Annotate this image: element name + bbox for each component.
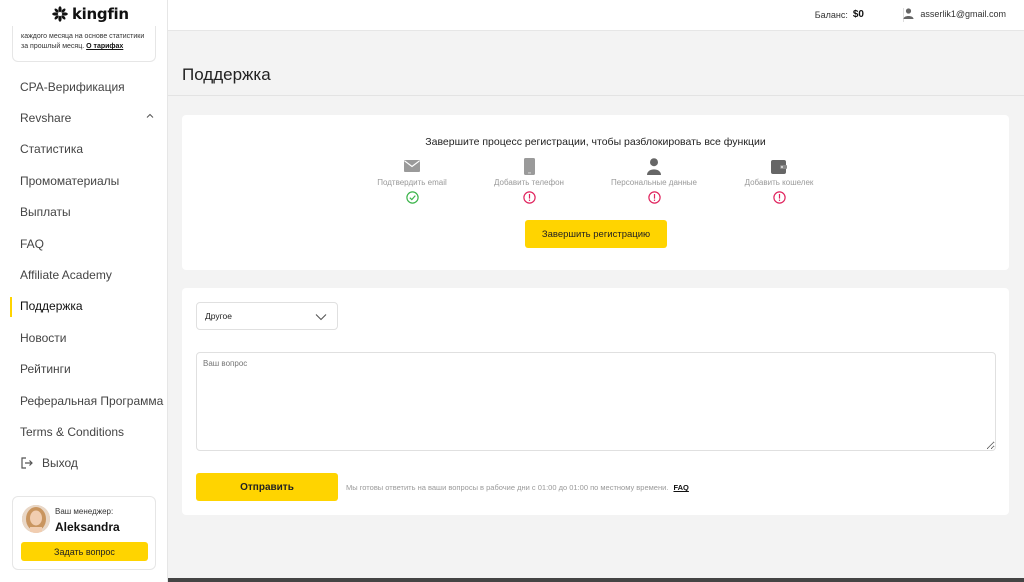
manager-name: Aleksandra <box>55 520 120 534</box>
kingfin-logo-icon <box>52 6 68 22</box>
avatar <box>22 505 50 533</box>
sidebar-item-label: Промоматериалы <box>20 173 120 188</box>
manager-card: Ваш менеджер: Aleksandra Задать вопрос <box>12 496 156 570</box>
registration-steps: Подтвердить email Добавить телефон Персо… <box>182 157 1009 207</box>
logo[interactable]: kingfin <box>52 5 129 23</box>
sidebar-item-label: FAQ <box>20 236 45 251</box>
sidebar: kingfin каждого месяца на основе статист… <box>0 0 168 582</box>
question-textarea[interactable] <box>196 352 996 451</box>
phone-icon <box>523 157 535 175</box>
sidebar-item-terms[interactable]: Terms & Conditions <box>0 416 168 447</box>
sidebar-item-label: Новости <box>20 330 67 345</box>
sidebar-item-label: Terms & Conditions <box>20 424 125 439</box>
alert-circle-icon <box>522 191 536 204</box>
user-icon <box>903 8 914 19</box>
wallet-icon <box>771 159 787 174</box>
finish-registration-button[interactable]: Завершить регистрацию <box>525 220 667 248</box>
brand-name: kingfin <box>72 5 129 23</box>
sidebar-item-label: Affiliate Academy <box>20 268 112 283</box>
alert-circle-icon <box>647 191 661 204</box>
ask-question-button[interactable]: Задать вопрос <box>21 542 148 561</box>
logout-icon <box>21 457 33 469</box>
sidebar-item-referral-program[interactable]: Реферальная Программа <box>0 385 168 416</box>
manager-photo <box>22 505 50 533</box>
sidebar-item-revshare[interactable]: Revshare <box>0 102 168 133</box>
sidebar-item-label: CPA-Верификация <box>20 79 125 94</box>
sidebar-item-faq[interactable]: FAQ <box>0 228 168 259</box>
sidebar-item-promo-materials[interactable]: Промоматериалы <box>0 165 168 196</box>
balance-value: $0 <box>852 9 864 20</box>
manager-label: Ваш менеджер: <box>55 507 114 516</box>
sidebar-item-label: Выход <box>42 456 78 471</box>
step-personal-data[interactable]: Персональные данные <box>594 157 714 204</box>
sidebar-item-payouts[interactable]: Выплаты <box>0 197 168 228</box>
sidebar-item-cpa-verification[interactable]: CPA-Верификация <box>0 71 168 102</box>
alert-circle-icon <box>772 191 786 204</box>
support-form-card: Другое Отправить Мы готовы ответить на в… <box>182 288 1009 515</box>
sidebar-item-label: Рейтинги <box>20 362 71 377</box>
tariff-promo-card: каждого месяца на основе статистики за п… <box>12 26 156 62</box>
page-header: Поддержка <box>168 32 1024 96</box>
tariffs-link[interactable]: О тарифах <box>86 43 123 50</box>
top-bar: Баланс: $0 asserlik1@gmail.com <box>168 0 1024 31</box>
support-hours-hint: Мы готовы ответить на ваши вопросы в раб… <box>346 483 689 492</box>
sidebar-item-ratings[interactable]: Рейтинги <box>0 354 168 385</box>
promo-text: каждого месяца на основе статистики за п… <box>21 33 145 50</box>
page-title: Поддержка <box>182 65 271 84</box>
sidebar-item-statistics[interactable]: Статистика <box>0 134 168 165</box>
sidebar-item-label: Статистика <box>20 142 84 157</box>
category-select[interactable]: Другое <box>196 302 338 330</box>
registration-title: Завершите процесс регистрации, чтобы раз… <box>425 136 766 148</box>
sidebar-item-logout[interactable]: Выход <box>0 448 168 479</box>
sidebar-item-label: Поддержка <box>20 299 83 314</box>
hint-text: Мы готовы ответить на ваши вопросы в раб… <box>346 483 669 492</box>
step-confirm-email[interactable]: Подтвердить email <box>352 157 472 204</box>
step-label: Добавить кошелек <box>744 178 814 187</box>
balance-label: Баланс: <box>814 9 848 20</box>
chevron-up-icon[interactable] <box>146 112 154 120</box>
step-label: Подтвердить email <box>377 178 447 187</box>
sidebar-item-support[interactable]: Поддержка <box>0 291 168 322</box>
sidebar-nav: CPA-Верификация Revshare Статистика Пром… <box>0 71 168 479</box>
bottom-edge <box>168 578 1024 582</box>
person-icon <box>647 157 661 175</box>
sidebar-item-label: Реферальная Программа <box>20 393 164 408</box>
send-button[interactable]: Отправить <box>196 473 338 501</box>
step-add-phone[interactable]: Добавить телефон <box>469 157 589 204</box>
sidebar-item-affiliate-academy[interactable]: Affiliate Academy <box>0 259 168 290</box>
user-email: asserlik1@gmail.com <box>920 8 1006 19</box>
balance: Баланс: $0 <box>815 9 864 20</box>
sidebar-item-label: Revshare <box>20 111 72 126</box>
category-select-value: Другое <box>205 311 233 321</box>
sidebar-item-label: Выплаты <box>20 205 71 220</box>
step-label: Персональные данные <box>611 178 697 187</box>
step-add-wallet[interactable]: Добавить кошелек <box>719 157 839 204</box>
registration-card: Завершите процесс регистрации, чтобы раз… <box>182 115 1009 270</box>
check-circle-icon <box>405 191 419 204</box>
step-label: Добавить телефон <box>494 178 564 187</box>
mail-icon <box>404 160 420 172</box>
faq-link[interactable]: FAQ <box>673 483 688 492</box>
sidebar-item-news[interactable]: Новости <box>0 322 168 353</box>
user-menu[interactable]: asserlik1@gmail.com <box>903 8 1006 19</box>
chevron-down-icon <box>315 314 327 321</box>
